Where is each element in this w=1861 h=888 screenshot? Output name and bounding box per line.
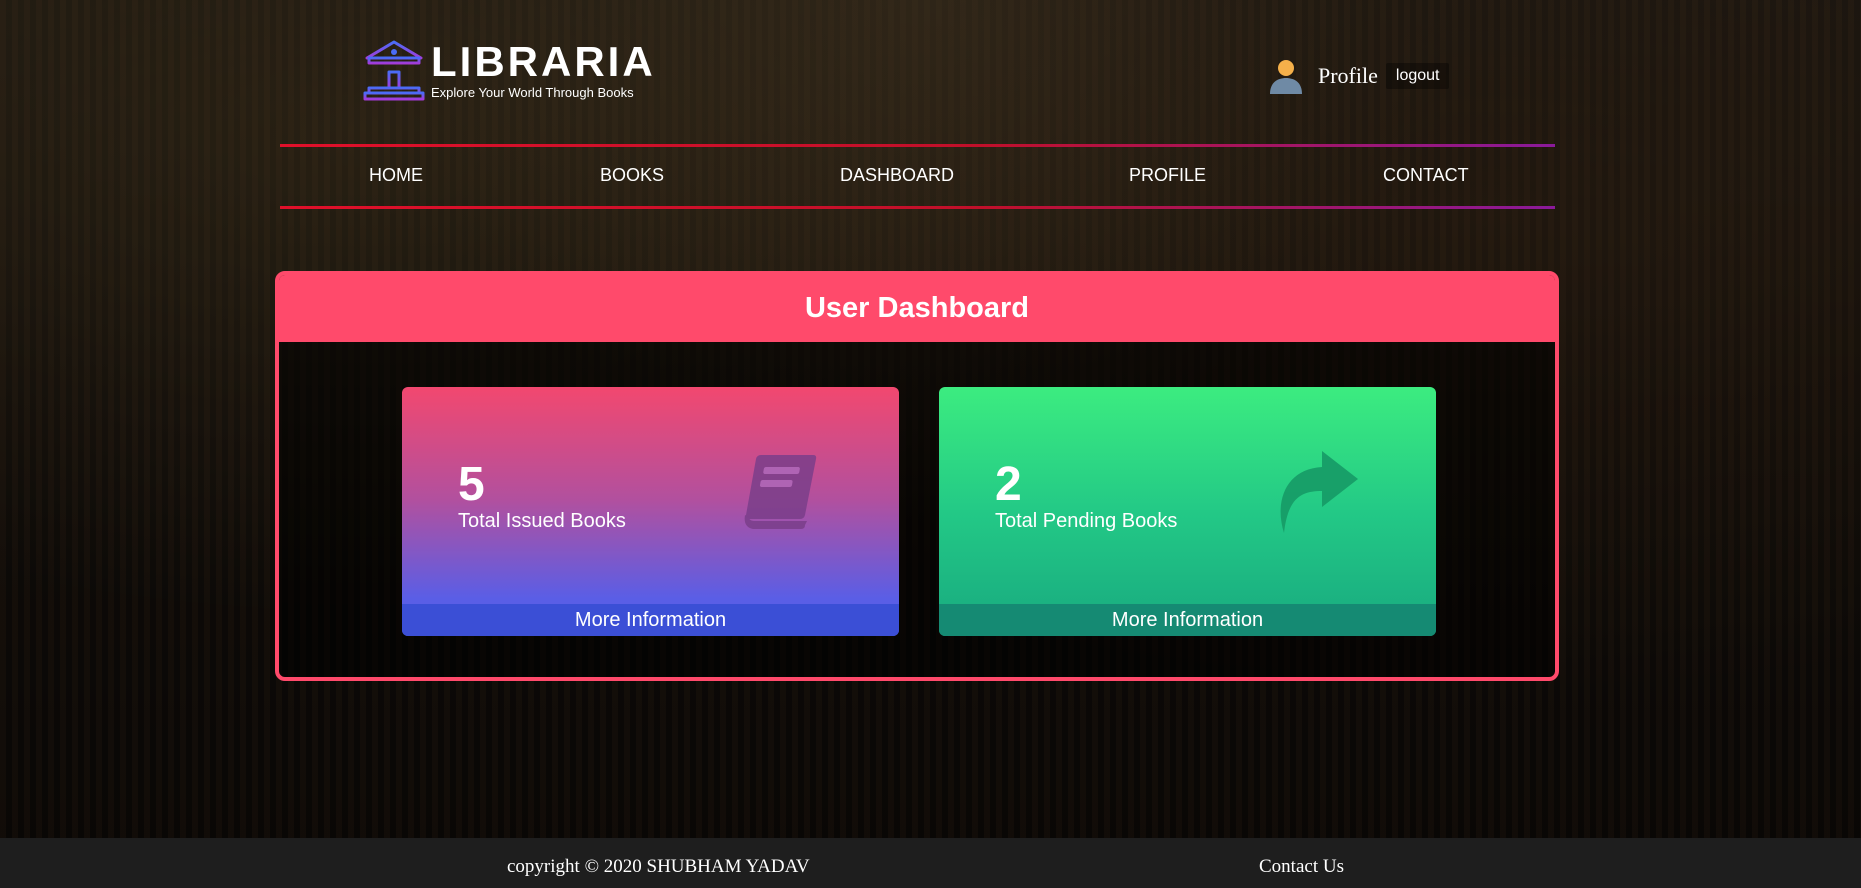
footer: copyright © 2020 SHUBHAM YADAV Contact U… (0, 838, 1861, 888)
copyright-text: copyright © 2020 SHUBHAM YADAV (507, 856, 810, 877)
pending-books-card: 2 Total Pending Books More Information (939, 387, 1436, 636)
pending-books-count: 2 (995, 458, 1022, 511)
brand-tagline: Explore Your World Through Books (431, 84, 634, 100)
brand-logo[interactable]: LIBRARIA Explore Your World Through Book… (363, 38, 656, 102)
issued-books-count: 5 (458, 458, 485, 511)
nav-item-profile[interactable]: PROFILE (1129, 165, 1206, 186)
user-avatar-icon (1270, 60, 1302, 94)
brand-title: LIBRARIA (431, 37, 656, 85)
nav-divider-top (280, 144, 1555, 147)
user-menu: Profile logout (1268, 58, 1450, 94)
nav-item-dashboard[interactable]: DASHBOARD (840, 165, 954, 186)
nav-divider-bottom (280, 206, 1555, 209)
logout-button[interactable]: logout (1385, 63, 1450, 89)
nav-item-home[interactable]: HOME (369, 165, 423, 186)
issued-books-label: Total Issued Books (458, 510, 626, 532)
nav-item-contact[interactable]: CONTACT (1383, 165, 1469, 186)
nav-item-books[interactable]: BOOKS (600, 165, 664, 186)
dashboard-title: User Dashboard (804, 292, 1029, 324)
book-icon (744, 455, 817, 529)
library-building-icon (363, 40, 425, 101)
pending-books-label: Total Pending Books (995, 510, 1178, 532)
footer-contact-link[interactable]: Contact Us (1259, 856, 1344, 878)
pending-books-more-info[interactable]: More Information (939, 604, 1436, 636)
dashboard-panel: User Dashboard 5 Total Issued Books More… (275, 271, 1559, 681)
issued-books-more-info[interactable]: More Information (402, 604, 899, 636)
dashboard-header: User Dashboard (279, 275, 1555, 342)
share-arrow-icon (1280, 451, 1358, 533)
main-nav: HOME BOOKS DASHBOARD PROFILE CONTACT (280, 150, 1555, 202)
issued-books-card: 5 Total Issued Books More Information (402, 387, 899, 636)
profile-link[interactable]: Profile (1318, 63, 1378, 89)
